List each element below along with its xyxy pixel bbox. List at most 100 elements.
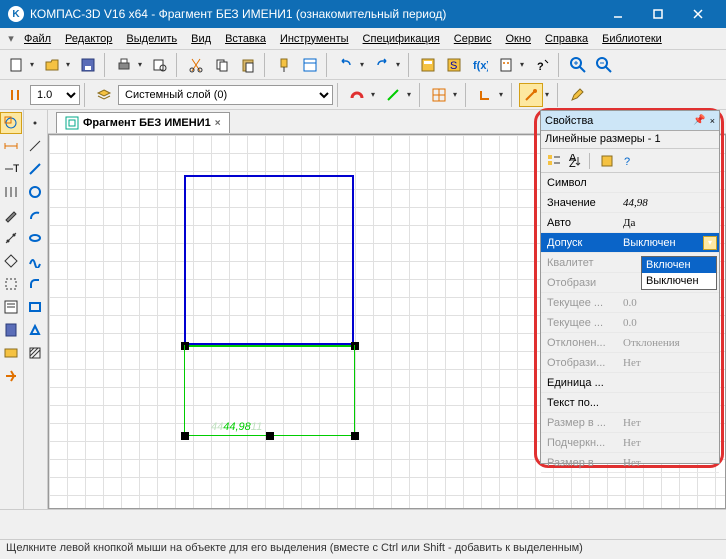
select-tool[interactable]: [0, 273, 22, 295]
prop-value[interactable]: Значение44,98: [541, 193, 719, 213]
blue-rectangle[interactable]: [184, 175, 354, 345]
circle-tool[interactable]: [24, 181, 46, 203]
menu-spec[interactable]: Спецификация: [357, 31, 446, 47]
ellipse-tool[interactable]: [24, 227, 46, 249]
prop-symbol[interactable]: Символ: [541, 173, 719, 193]
redo-button[interactable]: [370, 53, 394, 77]
fragment-icon[interactable]: [0, 365, 22, 387]
reports-tool[interactable]: [0, 319, 22, 341]
menu-edit[interactable]: Редактор: [59, 31, 118, 47]
prop-show2[interactable]: Отобрази...Нет: [541, 353, 719, 373]
handle-left[interactable]: [181, 342, 189, 350]
dimension-text[interactable]: 4444,9811: [211, 413, 262, 436]
rect-tool[interactable]: [24, 296, 46, 318]
pin-icon[interactable]: 📌: [693, 115, 705, 126]
prop-auto[interactable]: АвтоДа: [541, 213, 719, 233]
autoshape-tool[interactable]: [24, 319, 46, 341]
prop-tolerance[interactable]: ДопускВыключен▾: [541, 233, 719, 253]
prop-current1[interactable]: Текущее ...0.0: [541, 293, 719, 313]
tolerance-dropdown[interactable]: Включен Выключен: [641, 256, 717, 290]
menu-select[interactable]: Выделить: [120, 31, 183, 47]
prop-unit[interactable]: Единица ...: [541, 373, 719, 393]
new-button[interactable]: [4, 53, 28, 77]
option-on[interactable]: Включен: [642, 257, 716, 273]
format-brush-button[interactable]: [272, 53, 296, 77]
close-panel-icon[interactable]: ×: [710, 116, 715, 126]
measure-tool[interactable]: [0, 250, 22, 272]
insert-tool[interactable]: [0, 342, 22, 364]
menu-help[interactable]: Справка: [539, 31, 594, 47]
menu-libraries[interactable]: Библиотеки: [596, 31, 668, 47]
layer-combo[interactable]: Системный слой (0): [118, 85, 333, 105]
cut-button[interactable]: [184, 53, 208, 77]
notation-tool[interactable]: T: [0, 158, 22, 180]
prop-dim2[interactable]: Размер вНет: [541, 453, 719, 473]
grid-button[interactable]: [427, 83, 451, 107]
menu-file[interactable]: Файл: [18, 31, 57, 47]
spec-button[interactable]: S: [442, 53, 466, 77]
filter-icon[interactable]: [598, 152, 616, 170]
param-button[interactable]: [381, 83, 405, 107]
manager-button[interactable]: [416, 53, 440, 77]
menu-tools[interactable]: Инструменты: [274, 31, 355, 47]
menu-toggle-icon[interactable]: ▾: [6, 32, 16, 45]
maximize-button[interactable]: [638, 0, 678, 28]
arc-tool[interactable]: [24, 204, 46, 226]
calc-button[interactable]: [494, 53, 518, 77]
print-button[interactable]: [112, 53, 136, 77]
build-notation-tool[interactable]: [0, 181, 22, 203]
geometry-tool[interactable]: [0, 112, 22, 134]
properties-header[interactable]: Свойства 📌 ×: [541, 111, 719, 131]
zoom-in-button[interactable]: [566, 53, 590, 77]
dim-handle-left[interactable]: [181, 432, 189, 440]
variables-button[interactable]: f(x): [468, 53, 492, 77]
point-tool[interactable]: [24, 112, 46, 134]
prop-deviation[interactable]: Отклонен...Отклонения: [541, 333, 719, 353]
menu-service[interactable]: Сервис: [448, 31, 498, 47]
fillet-tool[interactable]: [24, 273, 46, 295]
dim-handle-right[interactable]: [351, 432, 359, 440]
help-button[interactable]: ?: [530, 53, 554, 77]
line-tool[interactable]: [24, 158, 46, 180]
paste-button[interactable]: [236, 53, 260, 77]
copy-button[interactable]: [210, 53, 234, 77]
scale-combo[interactable]: 1.0: [30, 85, 80, 105]
tab-close-icon[interactable]: ×: [215, 118, 221, 129]
layers-button[interactable]: [92, 83, 116, 107]
snap-button[interactable]: [345, 83, 369, 107]
spec-tool[interactable]: [0, 296, 22, 318]
sort-az-icon[interactable]: AZ: [566, 152, 584, 170]
minimize-button[interactable]: [598, 0, 638, 28]
menu-view[interactable]: Вид: [185, 31, 217, 47]
state-button[interactable]: [4, 83, 28, 107]
axis-line-tool[interactable]: [24, 135, 46, 157]
dimension-tool[interactable]: [0, 135, 22, 157]
props-help-icon[interactable]: ?: [619, 152, 637, 170]
dim-handle-mid[interactable]: [266, 432, 274, 440]
categorized-icon[interactable]: [545, 152, 563, 170]
spline-tool[interactable]: [24, 250, 46, 272]
edit-tool[interactable]: [0, 204, 22, 226]
prop-text[interactable]: Текст по...: [541, 393, 719, 413]
menu-window[interactable]: Окно: [499, 31, 537, 47]
ortho-button[interactable]: [473, 83, 497, 107]
selected-line[interactable]: [184, 345, 354, 347]
zoom-out-button[interactable]: [592, 53, 616, 77]
tab-fragment[interactable]: Фрагмент БЕЗ ИМЕНИ1 ×: [56, 112, 230, 133]
menu-insert[interactable]: Вставка: [219, 31, 272, 47]
save-button[interactable]: [76, 53, 100, 77]
properties-button[interactable]: [298, 53, 322, 77]
preview-button[interactable]: [148, 53, 172, 77]
edit-button[interactable]: [565, 83, 589, 107]
param-tool[interactable]: [0, 227, 22, 249]
hatch-tool[interactable]: [24, 342, 46, 364]
prop-current2[interactable]: Текущее ...0.0: [541, 313, 719, 333]
open-button[interactable]: [40, 53, 64, 77]
prop-underline[interactable]: Подчеркн...Нет: [541, 433, 719, 453]
dropdown-arrow-icon[interactable]: ▾: [703, 236, 717, 250]
rounding-button[interactable]: [519, 83, 543, 107]
option-off[interactable]: Выключен: [642, 273, 716, 289]
close-button[interactable]: [678, 0, 718, 28]
prop-dim1[interactable]: Размер в ...Нет: [541, 413, 719, 433]
undo-button[interactable]: [334, 53, 358, 77]
